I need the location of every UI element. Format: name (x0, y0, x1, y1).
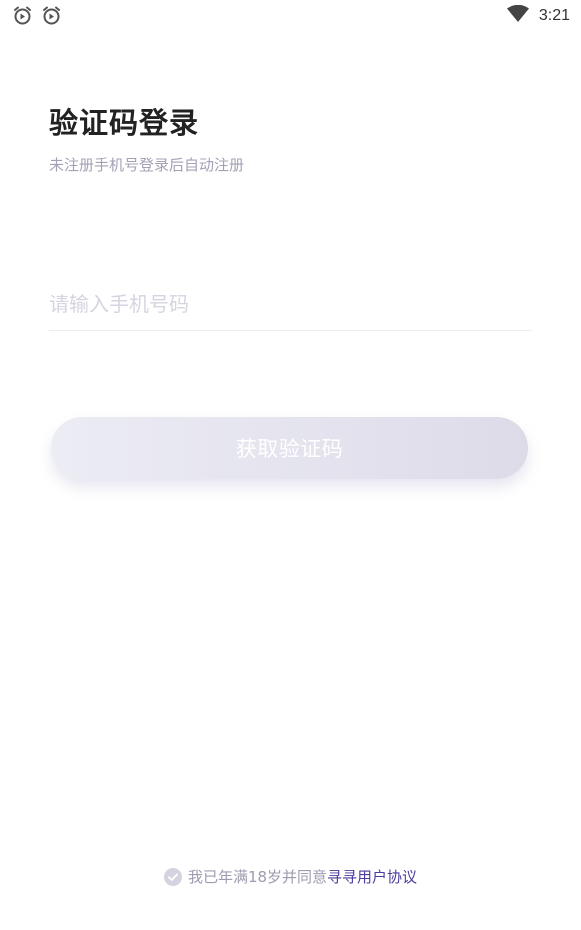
alarm-icon (13, 6, 32, 25)
wifi-icon (506, 4, 529, 27)
page-title: 验证码登录 (49, 106, 200, 140)
status-right: 3:21 (506, 4, 570, 27)
check-circle-icon[interactable] (163, 868, 182, 886)
agreement-row: 我已年满18岁并同意寻寻用户协议 (0, 866, 581, 888)
page-subtitle: 未注册手机号登录后自动注册 (49, 156, 245, 174)
agreement-text: 我已年满18岁并同意 (187, 868, 328, 886)
user-agreement-link[interactable]: 寻寻用户协议 (327, 868, 417, 886)
phone-field[interactable] (49, 284, 532, 331)
status-time: 3:21 (538, 7, 570, 24)
status-bar: 3:21 (0, 0, 581, 32)
phone-input[interactable] (49, 284, 532, 324)
alarm-icon (42, 6, 61, 25)
get-code-button-label: 获取验证码 (235, 437, 344, 461)
status-left-icons (13, 6, 61, 25)
login-screen: 3:21 验证码登录 未注册手机号登录后自动注册 获取验证码 我已年满18岁并同… (0, 0, 581, 930)
get-code-button[interactable]: 获取验证码 (51, 417, 528, 479)
